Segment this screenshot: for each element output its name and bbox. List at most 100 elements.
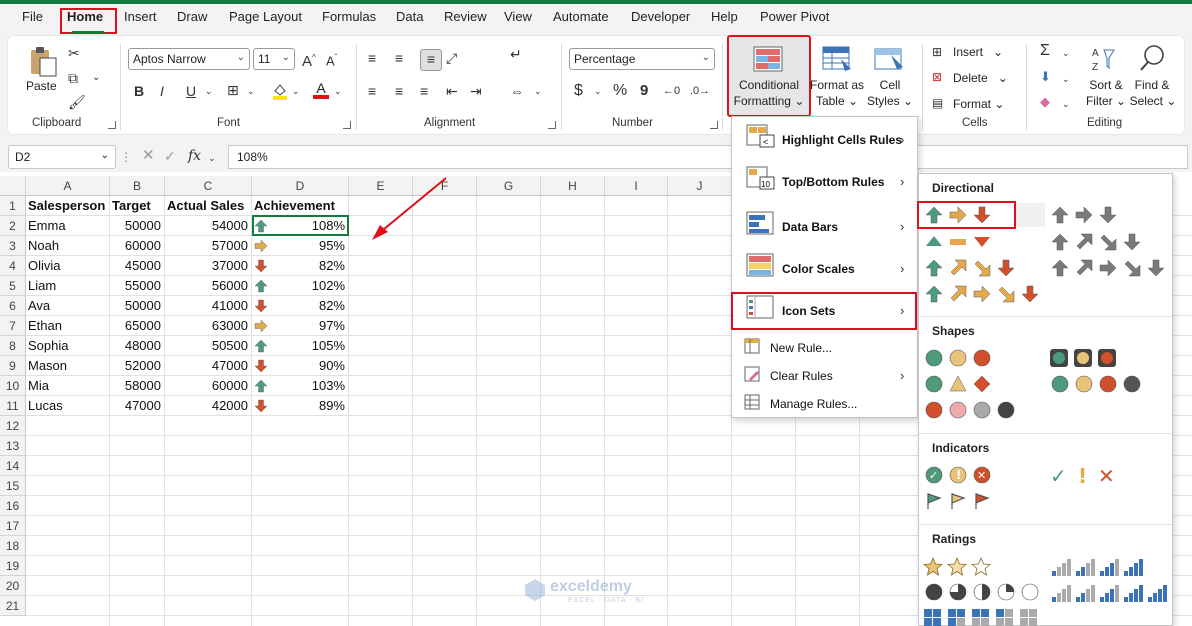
- decrease-decimal-icon[interactable]: .0→: [690, 82, 710, 100]
- insert-cells-icon[interactable]: ⊞: [932, 43, 942, 61]
- cell-actual[interactable]: 47000: [167, 356, 251, 376]
- tab-page-layout[interactable]: Page Layout: [229, 9, 302, 24]
- grow-font-icon[interactable]: A^: [302, 49, 316, 71]
- format-as-table-label-2[interactable]: Table ⌄: [812, 93, 862, 109]
- copy-dropdown-icon[interactable]: ⌄: [92, 69, 100, 87]
- fx-dropdown-icon[interactable]: ⌄: [208, 149, 216, 167]
- fill-color-icon[interactable]: [272, 82, 288, 100]
- column-header-j[interactable]: J: [668, 176, 732, 196]
- tab-automate[interactable]: Automate: [553, 9, 609, 24]
- row-header-4[interactable]: 4: [0, 256, 26, 276]
- cell-styles-label-2[interactable]: Styles ⌄: [864, 93, 916, 109]
- cell-actual[interactable]: 42000: [167, 396, 251, 416]
- insert-function-button[interactable]: fx: [188, 147, 201, 165]
- cell-actual[interactable]: 63000: [167, 316, 251, 336]
- paste-button[interactable]: Paste: [26, 78, 57, 94]
- cell-actual[interactable]: 56000: [167, 276, 251, 296]
- top-align-icon[interactable]: ≡: [368, 49, 376, 67]
- copy-icon[interactable]: ⧉: [68, 69, 78, 87]
- clear-dropdown-icon[interactable]: ⌄: [1062, 95, 1070, 113]
- cell-achievement[interactable]: 102%: [270, 276, 348, 296]
- cell-achievement[interactable]: 90%: [270, 356, 348, 376]
- decrease-indent-icon[interactable]: ⇤: [446, 82, 458, 100]
- sort-filter-label-1[interactable]: Sort &: [1086, 77, 1126, 93]
- header-cell[interactable]: Actual Sales: [167, 196, 251, 216]
- tab-draw[interactable]: Draw: [177, 9, 207, 24]
- cell-achievement[interactable]: 95%: [270, 236, 348, 256]
- cell-target[interactable]: 60000: [112, 236, 164, 256]
- row-header-11[interactable]: 11: [0, 396, 26, 416]
- column-header-b[interactable]: B: [110, 176, 165, 196]
- cancel-entry-icon[interactable]: ✕: [142, 147, 155, 165]
- cell-target[interactable]: 50000: [112, 296, 164, 316]
- row-header-17[interactable]: 17: [0, 516, 26, 536]
- format-as-table-label-1[interactable]: Format as: [810, 77, 864, 93]
- cell-salesperson[interactable]: Emma: [28, 216, 108, 236]
- column-header-c[interactable]: C: [165, 176, 252, 196]
- header-cell[interactable]: Target: [112, 196, 164, 216]
- tab-formulas[interactable]: Formulas: [322, 9, 376, 24]
- insert-cells-button[interactable]: Insert ⌄: [953, 44, 1003, 60]
- increase-indent-icon[interactable]: ⇥: [470, 82, 482, 100]
- cell-salesperson[interactable]: Mason: [28, 356, 108, 376]
- cell-salesperson[interactable]: Mia: [28, 376, 108, 396]
- cell-actual[interactable]: 60000: [167, 376, 251, 396]
- cell-achievement[interactable]: 97%: [270, 316, 348, 336]
- align-center-icon[interactable]: ≡: [395, 82, 403, 100]
- row-header-12[interactable]: 12: [0, 416, 26, 436]
- cell-styles-icon[interactable]: [873, 45, 905, 73]
- header-cell[interactable]: Achievement: [254, 196, 348, 216]
- wrap-text-icon[interactable]: ↵: [510, 45, 522, 63]
- format-cells-icon[interactable]: ▤: [932, 94, 943, 112]
- row-header-19[interactable]: 19: [0, 556, 26, 576]
- number-format-select[interactable]: Percentage ⌄: [569, 48, 715, 70]
- tab-insert[interactable]: Insert: [124, 9, 157, 24]
- borders-icon[interactable]: ⊞: [227, 81, 239, 99]
- autosum-icon[interactable]: Σ: [1040, 42, 1050, 60]
- row-header-3[interactable]: 3: [0, 236, 26, 256]
- tab-view[interactable]: View: [504, 9, 532, 24]
- cell-target[interactable]: 52000: [112, 356, 164, 376]
- alignment-launcher-icon[interactable]: [548, 121, 556, 129]
- row-header-13[interactable]: 13: [0, 436, 26, 456]
- font-launcher-icon[interactable]: [343, 121, 351, 129]
- italic-button[interactable]: I: [160, 82, 164, 100]
- sort-filter-label-2[interactable]: Filter ⌄: [1082, 93, 1130, 109]
- cell-achievement[interactable]: 82%: [270, 256, 348, 276]
- currency-dropdown-icon[interactable]: ⌄: [594, 82, 602, 100]
- cell-actual[interactable]: 50500: [167, 336, 251, 356]
- font-name-select[interactable]: Aptos Narrow ⌄: [128, 48, 250, 70]
- paste-icon[interactable]: [28, 44, 58, 78]
- format-as-table-icon[interactable]: [821, 45, 853, 73]
- autosum-dropdown-icon[interactable]: ⌄: [1062, 44, 1070, 62]
- cell-actual[interactable]: 41000: [167, 296, 251, 316]
- format-cells-button[interactable]: Format ⌄: [953, 96, 1004, 112]
- clipboard-launcher-icon[interactable]: [108, 121, 116, 129]
- cell-salesperson[interactable]: Ava: [28, 296, 108, 316]
- number-launcher-icon[interactable]: [710, 121, 718, 129]
- cell-achievement[interactable]: 103%: [270, 376, 348, 396]
- tab-help[interactable]: Help: [711, 9, 738, 24]
- cell-salesperson[interactable]: Sophia: [28, 336, 108, 356]
- find-select-label-2[interactable]: Select ⌄: [1128, 93, 1178, 109]
- cell-salesperson[interactable]: Lucas: [28, 396, 108, 416]
- tab-power-pivot[interactable]: Power Pivot: [760, 9, 829, 24]
- underline-button[interactable]: U: [186, 82, 196, 100]
- row-header-14[interactable]: 14: [0, 456, 26, 476]
- row-header-2[interactable]: 2: [0, 216, 26, 236]
- fill-icon[interactable]: ⬇: [1040, 68, 1051, 86]
- currency-button[interactable]: $: [574, 82, 583, 100]
- tab-file[interactable]: File: [22, 9, 43, 24]
- cell-target[interactable]: 50000: [112, 216, 164, 236]
- cut-icon[interactable]: ✂: [68, 44, 80, 62]
- cell-actual[interactable]: 37000: [167, 256, 251, 276]
- cell-salesperson[interactable]: Liam: [28, 276, 108, 296]
- formula-input[interactable]: 108%: [228, 145, 1188, 169]
- name-box[interactable]: D2 ⌄: [8, 145, 116, 169]
- row-header-10[interactable]: 10: [0, 376, 26, 396]
- row-header-15[interactable]: 15: [0, 476, 26, 496]
- icon-sets-grid[interactable]: ✓! ✕ ✓! ✕: [918, 173, 1173, 626]
- fill-dropdown-icon[interactable]: ⌄: [292, 82, 300, 100]
- row-header-9[interactable]: 9: [0, 356, 26, 376]
- cell-salesperson[interactable]: Olivia: [28, 256, 108, 276]
